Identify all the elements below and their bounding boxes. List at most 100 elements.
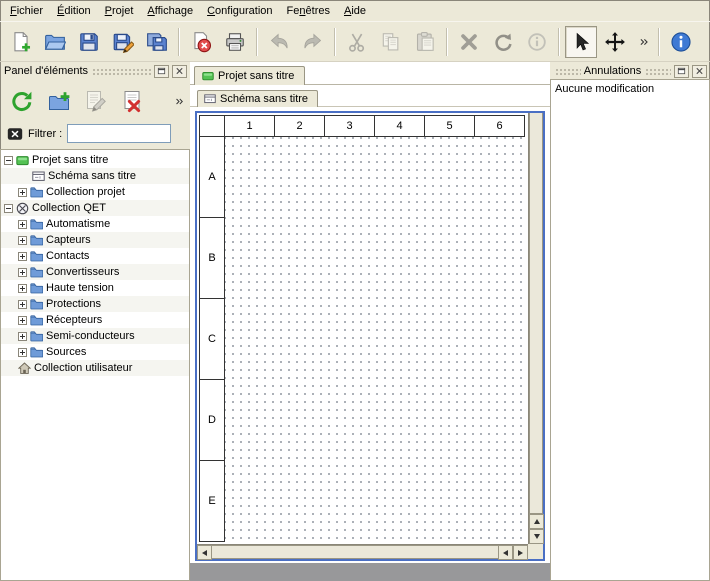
tree-item-collection-projet[interactable]: Collection projet [1,184,189,200]
save-button[interactable] [73,26,105,58]
horizontal-scrollbar[interactable] [197,544,528,559]
tree-item-schema-sans-titre[interactable]: Schéma sans titre [1,168,189,184]
elements-panel-grip[interactable] [91,67,151,75]
diagram-canvas[interactable]: 123456 ABCDE [197,113,528,544]
undo-panel-close-button[interactable] [692,65,707,78]
folder-icon [30,234,43,247]
new-project-button[interactable] [5,26,37,58]
about-button[interactable] [665,26,697,58]
reload-collections-button[interactable] [7,86,37,116]
tree-item-convertisseurs[interactable]: Convertisseurs [1,264,189,280]
expand-toggle-icon[interactable] [18,332,27,341]
print-button[interactable] [219,26,251,58]
tree-item-automatisme[interactable]: Automatisme [1,216,189,232]
elements-toolbar-overflow-button[interactable] [170,86,186,116]
scroll-up-button[interactable] [529,514,544,529]
paste-button[interactable] [409,26,441,58]
menu-item-fichier[interactable]: Fichier [3,0,50,21]
save-as-button[interactable] [107,26,139,58]
filter-input[interactable] [67,124,171,143]
scroll-right-button[interactable] [513,545,528,560]
rotate-button[interactable] [487,26,519,58]
menu-item-configuration[interactable]: Configuration [200,0,279,21]
expand-toggle-icon[interactable] [18,300,27,309]
cut-button[interactable] [341,26,373,58]
project-tab[interactable]: Projet sans titre [194,66,305,85]
tree-item-contacts[interactable]: Contacts [1,248,189,264]
vertical-scrollbar[interactable] [528,113,543,544]
elements-panel-float-button[interactable] [154,65,169,78]
redo-arrow-icon [302,31,324,53]
element-info-button[interactable] [521,26,553,58]
close-icon [175,67,184,75]
menu-item-edition[interactable]: Édition [50,0,98,21]
expand-toggle-icon[interactable] [18,284,27,293]
vertical-scrollbar-thumb[interactable] [529,113,543,514]
redo-button[interactable] [297,26,329,58]
delete-element-button[interactable] [118,86,148,116]
edit-element-button[interactable] [81,86,111,116]
save-all-button[interactable] [141,26,173,58]
new-element-button[interactable] [44,86,74,116]
undo-panel-grip-right[interactable] [644,67,671,75]
delete-button[interactable] [453,26,485,58]
expand-toggle-icon[interactable] [18,252,27,261]
collapse-toggle-icon[interactable] [4,204,13,213]
tree-item-projet-sans-titre[interactable]: Projet sans titre [1,152,189,168]
right-arrow-icon [518,550,523,556]
expand-toggle-icon[interactable] [18,348,27,357]
elements-panel-close-button[interactable] [172,65,187,78]
expand-toggle-icon[interactable] [18,220,27,229]
elements-panel: Panel d'éléments Filtrer : Projet sans t… [0,62,190,581]
tree-item-capteurs[interactable]: Capteurs [1,232,189,248]
expand-toggle-icon[interactable] [18,236,27,245]
double-chevron-icon [172,95,185,108]
menu-bar: FichierÉditionProjetAffichageConfigurati… [0,0,710,22]
menu-item-affichage[interactable]: Affichage [140,0,200,21]
undo-panel-float-button[interactable] [674,65,689,78]
expand-toggle-icon[interactable] [18,268,27,277]
tree-item-collection-utilisateur[interactable]: Collection utilisateur [1,360,189,376]
toolbar-separator [558,28,560,56]
tree-item-label: Sources [46,346,86,358]
pan-mode-button[interactable] [599,26,631,58]
main-toolbar [0,22,710,62]
toolbar-separator [446,28,448,56]
horizontal-scrollbar-thumb[interactable] [212,545,498,559]
collapse-toggle-icon[interactable] [4,156,13,165]
diagram-grid[interactable] [225,137,528,544]
undo-panel-grip[interactable] [554,67,581,75]
menu-item-fenetres[interactable]: Fenêtres [280,0,337,21]
scroll-left-button[interactable] [197,545,212,560]
expand-toggle-icon[interactable] [18,316,27,325]
menu-item-projet[interactable]: Projet [98,0,141,21]
diagram-view[interactable]: 123456 ABCDE [195,111,545,561]
tree-item-collection-qet[interactable]: Collection QET [1,200,189,216]
close-project-button[interactable] [185,26,217,58]
copy-button[interactable] [375,26,407,58]
column-header-2: 2 [275,115,325,137]
scroll-down-button[interactable] [529,529,544,544]
tree-item-semi-conducteurs[interactable]: Semi-conducteurs [1,328,189,344]
tree-item-label: Schéma sans titre [48,170,136,182]
clear-filter-icon[interactable] [7,126,23,142]
column-header-6: 6 [475,115,525,137]
undo-button[interactable] [263,26,295,58]
menu-item-aide[interactable]: Aide [337,0,373,21]
qet-collection-icon [16,202,29,215]
tree-item-haute-tension[interactable]: Haute tension [1,280,189,296]
tree-item-sources[interactable]: Sources [1,344,189,360]
tree-item-protections[interactable]: Protections [1,296,189,312]
tree-item-recepteurs[interactable]: Récepteurs [1,312,189,328]
folder-icon [30,266,43,279]
open-project-button[interactable] [39,26,71,58]
down-arrow-icon [534,534,540,539]
scroll-left-button-end[interactable] [498,545,513,560]
diagram-tab[interactable]: Schéma sans titre [197,90,318,107]
diagram-icon [204,93,216,105]
select-mode-button[interactable] [565,26,597,58]
toolbar-overflow-button[interactable] [633,26,653,58]
tree-item-label: Semi-conducteurs [46,330,135,342]
toolbar-separator [334,28,336,56]
expand-toggle-icon[interactable] [18,188,27,197]
